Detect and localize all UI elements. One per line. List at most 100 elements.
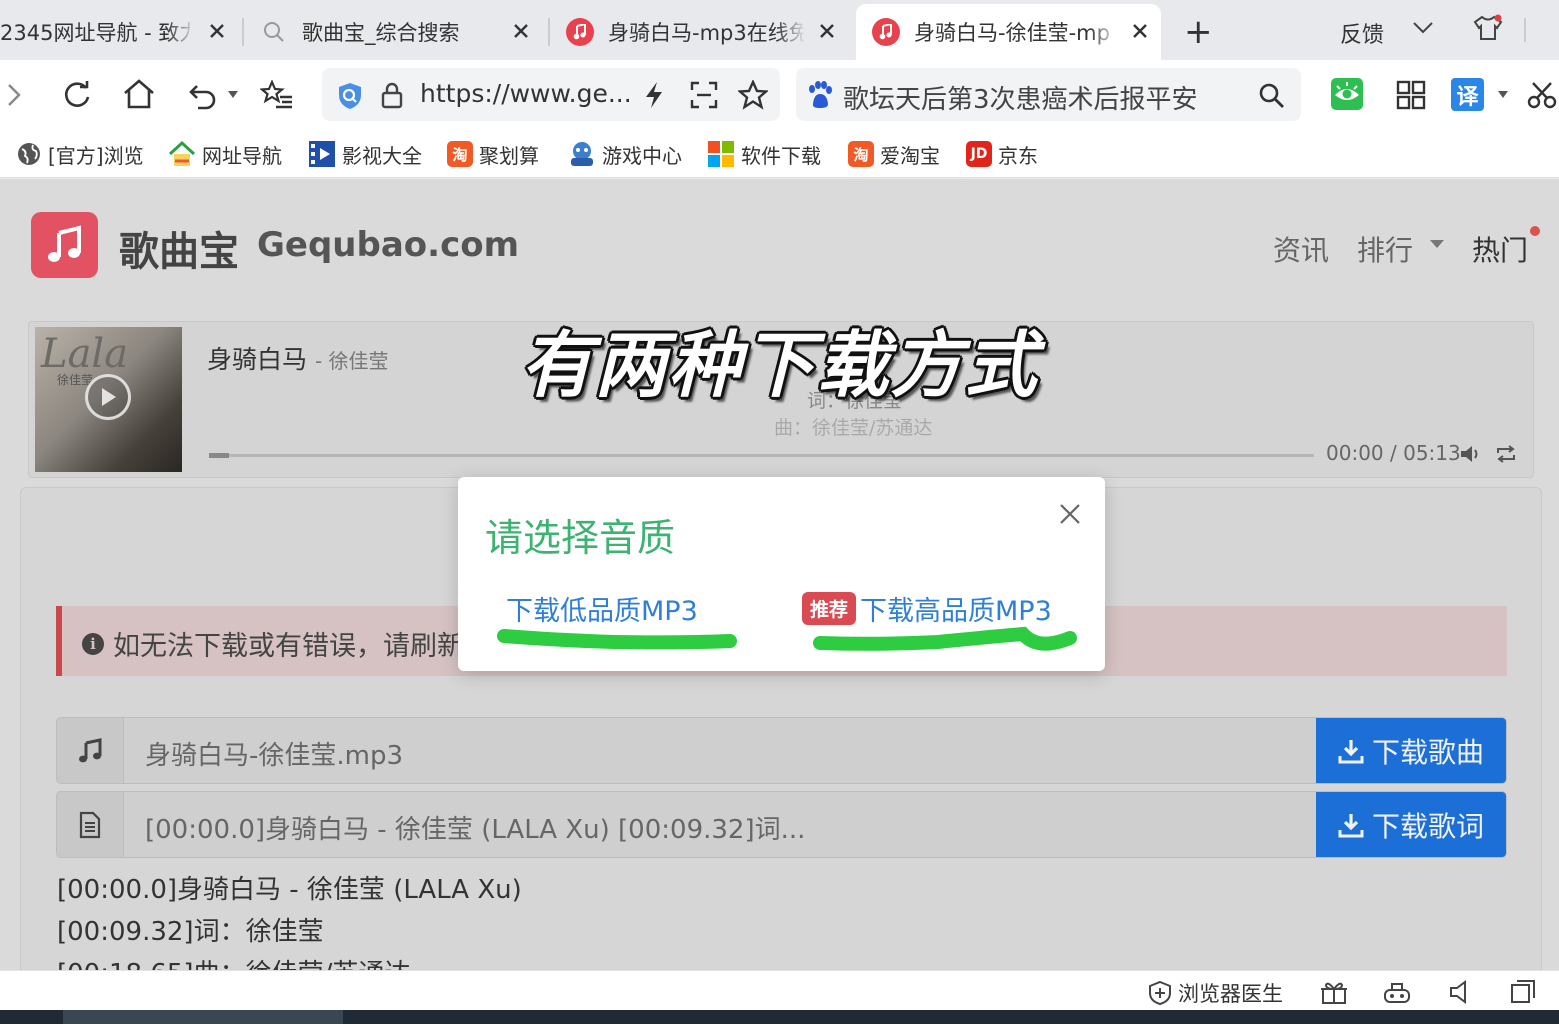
- gamepad-icon[interactable]: [1382, 979, 1412, 1005]
- undo-icon[interactable]: [188, 80, 220, 110]
- windows-icon: [708, 141, 734, 167]
- status-bar: 浏览器医生: [0, 970, 1559, 1010]
- browser-doctor-label: 浏览器医生: [1178, 982, 1283, 1006]
- bookmark-label: 聚划算: [479, 143, 539, 168]
- home-icon[interactable]: [122, 78, 156, 110]
- tshirt-skin-icon[interactable]: [1472, 14, 1504, 42]
- bookmark-label: 爱淘宝: [880, 143, 940, 168]
- taobao-icon: 淘: [848, 141, 874, 167]
- bookmark-software[interactable]: 软件下载: [707, 139, 821, 169]
- music-note-icon: [47, 225, 81, 262]
- bookmark-games[interactable]: 游戏中心: [568, 139, 682, 169]
- jd-icon: JD: [966, 141, 992, 167]
- bookmark-label: 软件下载: [741, 143, 821, 168]
- house-2345-icon: [168, 140, 196, 166]
- shield-plus-icon: [1149, 980, 1171, 1006]
- close-icon[interactable]: [1058, 502, 1082, 526]
- tab-2345-nav[interactable]: 2345网址导航 - 致力: [0, 4, 238, 60]
- os-taskbar: [0, 1010, 1559, 1024]
- scissors-icon[interactable]: [1527, 80, 1557, 110]
- tab-fade: [776, 4, 806, 60]
- new-tab-button[interactable]: +: [1184, 12, 1213, 52]
- modal-title: 请选择音质: [485, 516, 676, 560]
- lyric-text-line: [00:09.32]词：徐佳莹: [57, 917, 324, 947]
- bookmark-label: [官方]浏览: [48, 143, 144, 168]
- bookmarks-bar: [官方]浏览 网址导航 影视大全 淘 聚划算 游戏中心 软件下载 淘 爱淘宝 J…: [0, 130, 1559, 178]
- search-icon[interactable]: [1258, 82, 1286, 110]
- lyric-line: 曲：徐佳莹/苏通达: [774, 417, 933, 439]
- address-toolbar: https://www.ge... 歌坛天后第3次患癌术后报平安 译: [0, 60, 1559, 130]
- star-icon[interactable]: [738, 80, 768, 110]
- globe-icon: [18, 143, 40, 165]
- close-icon[interactable]: [816, 20, 838, 42]
- site-name[interactable]: 歌曲宝: [119, 219, 239, 277]
- gift-icon[interactable]: [1320, 979, 1348, 1005]
- forward-icon[interactable]: [6, 82, 22, 108]
- file-text-icon: [57, 792, 124, 857]
- caret-down-icon[interactable]: [1430, 240, 1444, 249]
- song-download-row: 身骑白马-徐佳莹.mp3 下载歌曲: [56, 717, 1507, 784]
- window-restore-icon[interactable]: [1510, 979, 1536, 1005]
- nav-hot[interactable]: 热门: [1472, 229, 1528, 269]
- site-domain[interactable]: Gequbao.com: [257, 225, 519, 265]
- bookmark-juhuasuan[interactable]: 淘 聚划算: [447, 139, 539, 169]
- alert-content: i 如无法下载或有错误，请刷新: [82, 624, 464, 663]
- shield-icon[interactable]: [336, 81, 364, 111]
- quality-select-modal: 请选择音质 下载低品质MP3 推荐 下载高品质MP3: [458, 477, 1105, 671]
- info-icon: i: [82, 632, 104, 655]
- tab-song-mp3[interactable]: 身骑白马-mp3在线免: [566, 4, 848, 60]
- reload-icon[interactable]: [62, 80, 92, 110]
- song-filename-field[interactable]: 身骑白马-徐佳莹.mp3: [145, 735, 403, 772]
- bookmark-video[interactable]: 影视大全: [308, 139, 422, 169]
- bookmark-2345-nav[interactable]: 网址导航: [168, 139, 282, 169]
- favorites-list-icon[interactable]: [260, 80, 294, 110]
- feedback-link[interactable]: 反馈: [1340, 17, 1384, 49]
- tab-title: 身骑白马-mp3在线免: [608, 21, 804, 45]
- close-icon[interactable]: [510, 20, 532, 42]
- close-icon[interactable]: [1129, 20, 1151, 42]
- bookmark-aitaobao[interactable]: 淘 爱淘宝: [848, 139, 940, 169]
- bookmark-official[interactable]: [官方]浏览: [16, 139, 144, 169]
- apps-grid-icon[interactable]: [1396, 80, 1426, 110]
- bookmark-jd[interactable]: JD 京东: [966, 139, 1038, 169]
- nav-news[interactable]: 资讯: [1273, 229, 1329, 269]
- baidu-paw-icon: [809, 81, 832, 108]
- screenshot-icon[interactable]: [690, 81, 718, 109]
- tab-bar: 2345网址导航 - 致力 歌曲宝_综合搜索 身骑白马-mp3在线免 身骑白马-…: [0, 0, 1559, 60]
- volume-icon[interactable]: [1459, 443, 1481, 465]
- highlight-stroke: [497, 629, 737, 650]
- close-icon[interactable]: [206, 20, 228, 42]
- bookmark-label: 影视大全: [342, 143, 422, 168]
- speaker-icon[interactable]: [1448, 979, 1474, 1005]
- lyric-preview-field[interactable]: [00:00.0]身骑白马 - 徐佳莹 (LALA Xu) [00:09.32]…: [145, 809, 805, 846]
- caret-down-icon[interactable]: [228, 91, 238, 99]
- eye-care-icon[interactable]: [1331, 78, 1363, 110]
- video-caption: 有两种下载方式: [520, 323, 1039, 407]
- tab-search[interactable]: 歌曲宝_综合搜索: [262, 4, 542, 60]
- url-text[interactable]: https://www.ge...: [420, 79, 632, 108]
- caret-down-icon[interactable]: [1498, 91, 1508, 99]
- tab-separator: [242, 18, 244, 46]
- lyric-download-row: [00:00.0]身骑白马 - 徐佳莹 (LALA Xu) [00:09.32]…: [56, 791, 1507, 858]
- repeat-icon[interactable]: [1495, 443, 1517, 465]
- tab-song-active[interactable]: 身骑白马-徐佳莹-mp: [856, 4, 1161, 60]
- site-logo[interactable]: [31, 212, 98, 278]
- download-lyric-label: 下载歌词: [1371, 809, 1484, 843]
- nav-ranking[interactable]: 排行: [1357, 229, 1413, 269]
- search-icon: [264, 22, 284, 42]
- tab-title: 身骑白马-徐佳莹-mp: [914, 21, 1110, 45]
- download-song-label: 下载歌曲: [1371, 735, 1484, 769]
- lyric-text-line: [00:00.0]身骑白马 - 徐佳莹 (LALA Xu): [57, 875, 522, 905]
- browser-doctor-button[interactable]: 浏览器医生: [1148, 978, 1283, 1008]
- progress-track[interactable]: [209, 454, 1314, 457]
- search-query[interactable]: 歌坛天后第3次患癌术后报平安: [843, 79, 1198, 116]
- lightning-icon[interactable]: [642, 80, 666, 110]
- tab-separator: [548, 18, 550, 46]
- music-note-icon: [566, 18, 594, 46]
- download-lyric-button[interactable]: 下载歌词: [1316, 792, 1506, 857]
- download-song-button[interactable]: 下载歌曲: [1316, 718, 1506, 783]
- translate-icon[interactable]: 译: [1451, 78, 1484, 111]
- taskbar-item[interactable]: [63, 1010, 343, 1024]
- lyric-text-line: [00:18.65]曲：徐佳莹/苏通达: [57, 953, 410, 970]
- chevron-down-icon[interactable]: [1412, 20, 1434, 36]
